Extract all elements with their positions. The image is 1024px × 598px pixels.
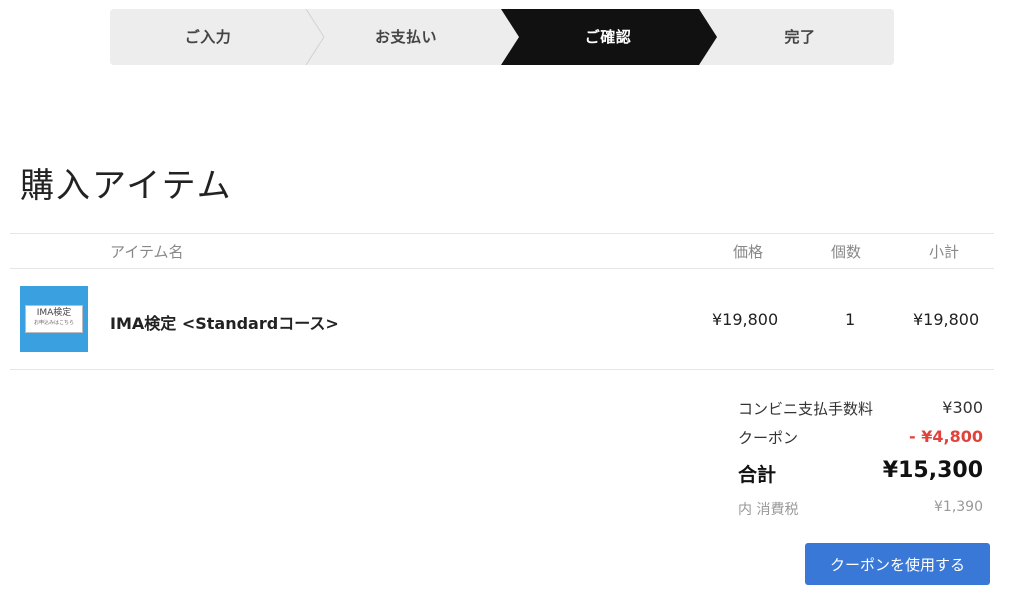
table-bottom-divider	[10, 369, 994, 370]
total-label: 合計	[738, 464, 777, 486]
item-price: ¥19,800	[712, 310, 779, 329]
step-payment[interactable]: お支払い	[308, 9, 504, 65]
table-header-divider	[10, 268, 994, 269]
coupon-discount-value: - ¥4,800	[909, 427, 983, 446]
consumption-tax-label: 内 消費税	[738, 502, 799, 518]
item-thumbnail[interactable]: IMA検定 お申込みはこちら	[20, 286, 88, 352]
column-header-quantity: 個数	[831, 243, 862, 261]
table-top-divider	[10, 233, 994, 234]
use-coupon-button[interactable]: クーポンを使用する	[805, 543, 990, 585]
total-value: ¥15,300	[882, 458, 983, 483]
step-input[interactable]: ご入力	[110, 9, 306, 65]
thumbnail-subtitle: お申込みはこちら	[33, 320, 74, 326]
checkout-step-indicator: ご入力 お支払い ご確認 完了	[110, 9, 894, 65]
column-header-price: 価格	[733, 243, 764, 261]
item-subtotal: ¥19,800	[913, 310, 980, 329]
column-header-item-name: アイテム名	[110, 243, 184, 261]
step-complete[interactable]: 完了	[706, 9, 894, 65]
step-confirm[interactable]: ご確認	[510, 9, 706, 65]
convenience-fee-value: ¥300	[942, 398, 983, 417]
coupon-label: クーポン	[738, 429, 799, 447]
page-title: 購入アイテム	[20, 166, 233, 206]
thumbnail-title: IMA検定	[36, 308, 72, 318]
thumbnail-banner: IMA検定 お申込みはこちら	[25, 305, 83, 333]
item-quantity: 1	[845, 310, 856, 329]
column-header-subtotal: 小計	[929, 243, 960, 261]
consumption-tax-value: ¥1,390	[934, 499, 983, 515]
convenience-fee-label: コンビニ支払手数料	[738, 400, 874, 418]
item-name: IMA検定 <Standardコース>	[110, 314, 339, 333]
